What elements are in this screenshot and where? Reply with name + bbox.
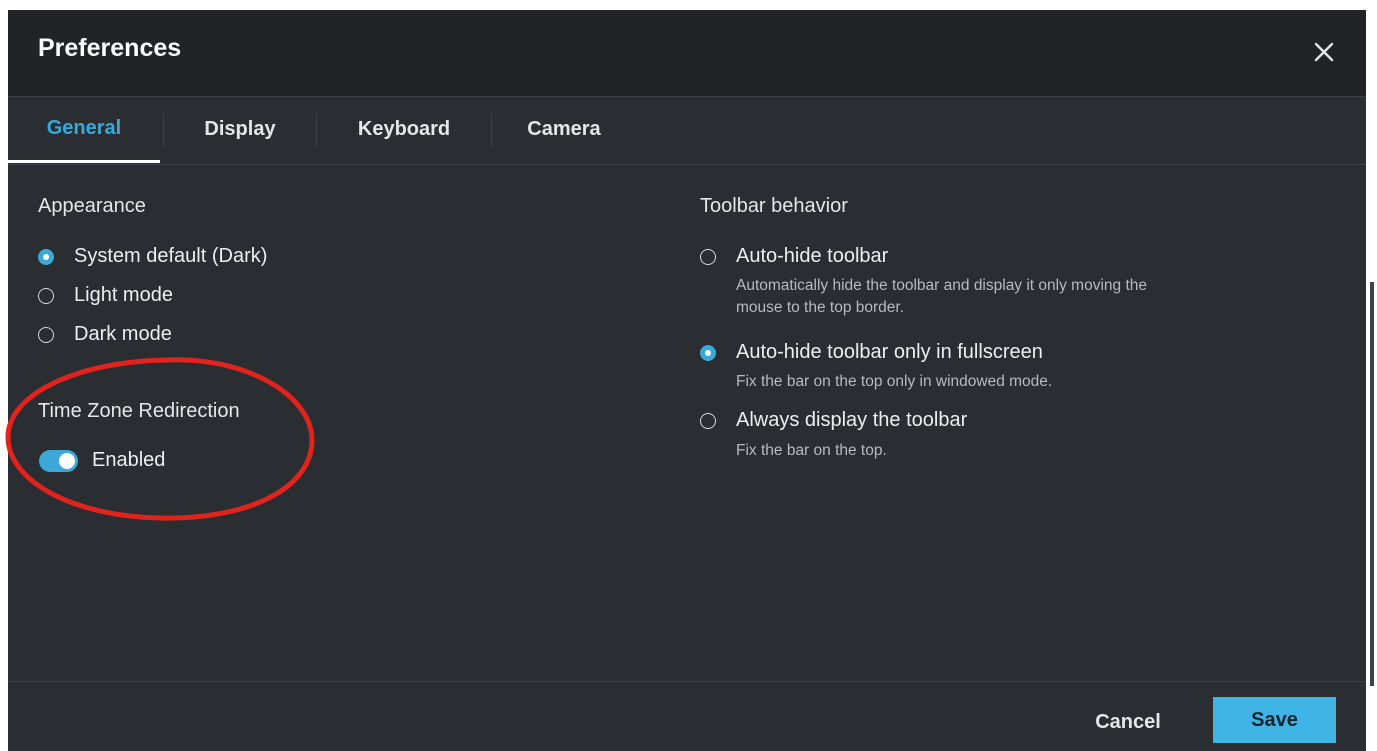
tab-keyboard[interactable]: Keyboard	[319, 97, 489, 162]
radio-unchecked-icon	[700, 248, 716, 265]
radio-label: Auto-hide toolbar only in fullscreen	[736, 341, 1043, 363]
radio-system-default[interactable]: System default (Dark)	[38, 245, 267, 268]
radio-label: Dark mode	[74, 323, 172, 345]
description-line: Fix the bar on the top.	[736, 442, 887, 459]
tab-camera[interactable]: Camera	[494, 97, 634, 162]
preferences-dialog: Preferences General Display Keyboard Cam…	[8, 10, 1374, 751]
radio-auto-hide[interactable]: Auto-hide toolbar	[700, 245, 888, 268]
close-icon	[1314, 42, 1334, 62]
toolbar-heading: Toolbar behavior	[700, 195, 848, 217]
appearance-heading: Appearance	[38, 195, 146, 217]
description-line: mouse to the top border.	[736, 299, 905, 316]
dialog-title: Preferences	[38, 34, 182, 62]
toggle-label: Enabled	[92, 449, 166, 471]
toggle-knob	[59, 453, 75, 469]
save-button[interactable]: Save	[1213, 697, 1336, 743]
radio-unchecked-icon	[700, 412, 716, 429]
option-description: Fix the bar on the top only in windowed …	[736, 371, 1052, 393]
radio-label: Always display the toolbar	[736, 409, 968, 431]
option-description: Fix the bar on the top.	[736, 440, 887, 462]
close-button[interactable]	[1306, 34, 1342, 70]
description-line: Fix the bar on the top only in windowed …	[736, 373, 1053, 390]
tab-separator	[491, 113, 492, 147]
radio-label: Light mode	[74, 284, 173, 306]
dialog-header: Preferences	[8, 10, 1366, 97]
tab-separator	[163, 113, 164, 147]
time-zone-heading: Time Zone Redirection	[38, 400, 240, 422]
tab-general[interactable]: General	[8, 97, 160, 163]
radio-unchecked-icon	[38, 287, 54, 304]
radio-always-display[interactable]: Always display the toolbar	[700, 409, 967, 432]
footer-divider	[8, 681, 1366, 682]
radio-label: System default (Dark)	[74, 245, 268, 267]
option-description: Automatically hide the toolbar and displ…	[736, 275, 1147, 319]
radio-auto-hide-fullscreen[interactable]: Auto-hide toolbar only in fullscreen	[700, 341, 1043, 364]
tab-display[interactable]: Display	[166, 97, 314, 162]
radio-dark-mode[interactable]: Dark mode	[38, 323, 172, 346]
time-zone-toggle[interactable]	[39, 450, 78, 472]
tab-bar: General Display Keyboard Camera	[8, 97, 1366, 165]
radio-checked-icon	[700, 344, 716, 361]
radio-checked-icon	[38, 248, 54, 265]
cancel-button[interactable]: Cancel	[1063, 700, 1193, 744]
description-line: Automatically hide the toolbar and displ…	[736, 277, 1147, 294]
radio-light-mode[interactable]: Light mode	[38, 284, 173, 307]
scrollbar[interactable]	[1370, 282, 1374, 686]
tab-separator	[316, 113, 317, 147]
radio-unchecked-icon	[38, 326, 54, 343]
radio-label: Auto-hide toolbar	[736, 245, 889, 267]
